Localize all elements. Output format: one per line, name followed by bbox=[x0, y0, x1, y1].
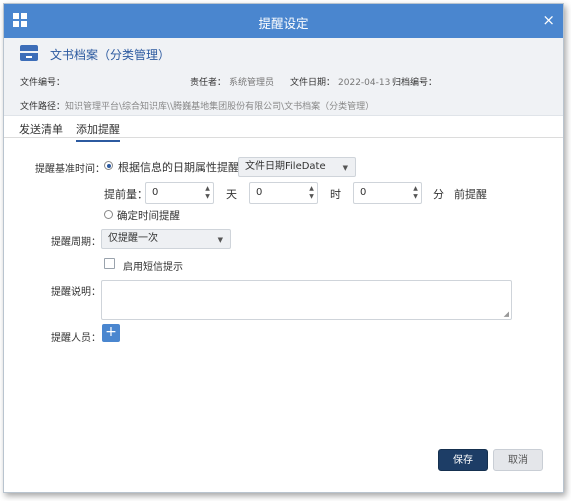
file-number-label: 文件编号： bbox=[20, 78, 66, 88]
advance-suffix: 前提醒 bbox=[454, 188, 487, 201]
date-attribute-select-value: 文件日期FileDate bbox=[245, 161, 326, 172]
recipients-label: 提醒人员： bbox=[51, 333, 101, 344]
title-bar: 提醒设定 × bbox=[4, 4, 563, 38]
file-path: 文件路径：知识管理平台\综合知识库\\腾巍基地集团股份有限公司\文书档案（分类管… bbox=[20, 99, 374, 112]
file-path-value: 知识管理平台\综合知识库\\腾巍基地集团股份有限公司\文书档案（分类管理） bbox=[65, 102, 375, 112]
file-number: 文件编号： bbox=[20, 75, 68, 88]
tab-add-reminder[interactable]: 添加提醒 bbox=[76, 121, 120, 142]
archive-number-label: 归档编号： bbox=[392, 78, 438, 88]
file-date-value: 2022-04-13 bbox=[338, 78, 391, 88]
date-attribute-option-label: 根据信息的日期属性提醒： bbox=[118, 161, 250, 174]
stepper-arrows-icon[interactable]: ▲ ▼ bbox=[308, 185, 315, 201]
minutes-unit: 分 bbox=[433, 188, 444, 201]
add-recipient-button[interactable]: + bbox=[102, 324, 120, 342]
reminder-dialog: 提醒设定 × 文书档案（分类管理） 文件编号： 责任者： 系统管理员 文件日期： 2… bbox=[3, 3, 564, 493]
caret-down-icon: ▼ bbox=[217, 236, 223, 244]
tab-bar: 发送清单 添加提醒 bbox=[4, 116, 563, 142]
advance-label: 提前量： bbox=[104, 188, 148, 201]
days-stepper[interactable]: 0 ▲ ▼ bbox=[145, 182, 214, 204]
owner: 责任者： 系统管理员 bbox=[190, 75, 274, 88]
stepper-arrows-icon[interactable]: ▲ ▼ bbox=[412, 185, 419, 201]
close-icon[interactable]: × bbox=[542, 11, 555, 29]
file-date: 文件日期： 2022-04-13 bbox=[290, 75, 390, 88]
owner-value: 系统管理员 bbox=[229, 78, 275, 88]
hours-stepper[interactable]: 0 ▲ ▼ bbox=[249, 182, 318, 204]
document-title: 文书档案（分类管理） bbox=[50, 48, 171, 62]
description-label: 提醒说明： bbox=[51, 287, 101, 298]
days-unit: 天 bbox=[226, 188, 237, 201]
cancel-button[interactable]: 取消 bbox=[493, 449, 543, 471]
radio-date-attribute[interactable] bbox=[104, 161, 113, 170]
dialog-title: 提醒设定 bbox=[258, 16, 309, 31]
file-date-label: 文件日期： bbox=[290, 78, 336, 88]
fixed-time-option-label: 确定时间提醒 bbox=[117, 210, 180, 222]
sms-label: 启用短信提示 bbox=[123, 262, 183, 273]
sms-checkbox[interactable] bbox=[104, 258, 115, 269]
minutes-stepper[interactable]: 0 ▲ ▼ bbox=[353, 182, 422, 204]
period-label: 提醒周期： bbox=[51, 237, 101, 248]
resize-grip-icon[interactable]: ◢ bbox=[504, 310, 509, 318]
period-select-value: 仅提醒一次 bbox=[108, 233, 158, 244]
date-attribute-select[interactable]: 文件日期FileDate ▼ bbox=[238, 157, 356, 177]
base-time-label: 提醒基准时间： bbox=[35, 164, 105, 175]
file-path-label: 文件路径： bbox=[20, 102, 66, 112]
archive-box-icon bbox=[20, 45, 38, 61]
stepper-arrows-icon[interactable]: ▲ ▼ bbox=[204, 185, 211, 201]
archive-number: 归档编号： bbox=[392, 75, 440, 88]
caret-down-icon: ▼ bbox=[342, 164, 348, 172]
hours-unit: 时 bbox=[330, 188, 341, 201]
document-info-panel: 文书档案（分类管理） 文件编号： 责任者： 系统管理员 文件日期： 2022-04-… bbox=[4, 38, 563, 116]
hours-value: 0 bbox=[256, 187, 263, 198]
owner-label: 责任者： bbox=[190, 78, 227, 88]
period-select[interactable]: 仅提醒一次 ▼ bbox=[101, 229, 231, 249]
minutes-value: 0 bbox=[360, 187, 367, 198]
description-textarea[interactable]: ◢ bbox=[101, 280, 512, 320]
tab-send-list[interactable]: 发送清单 bbox=[19, 121, 63, 140]
save-button[interactable]: 保存 bbox=[438, 449, 488, 471]
radio-fixed-time[interactable] bbox=[104, 210, 113, 219]
days-value: 0 bbox=[152, 187, 159, 198]
